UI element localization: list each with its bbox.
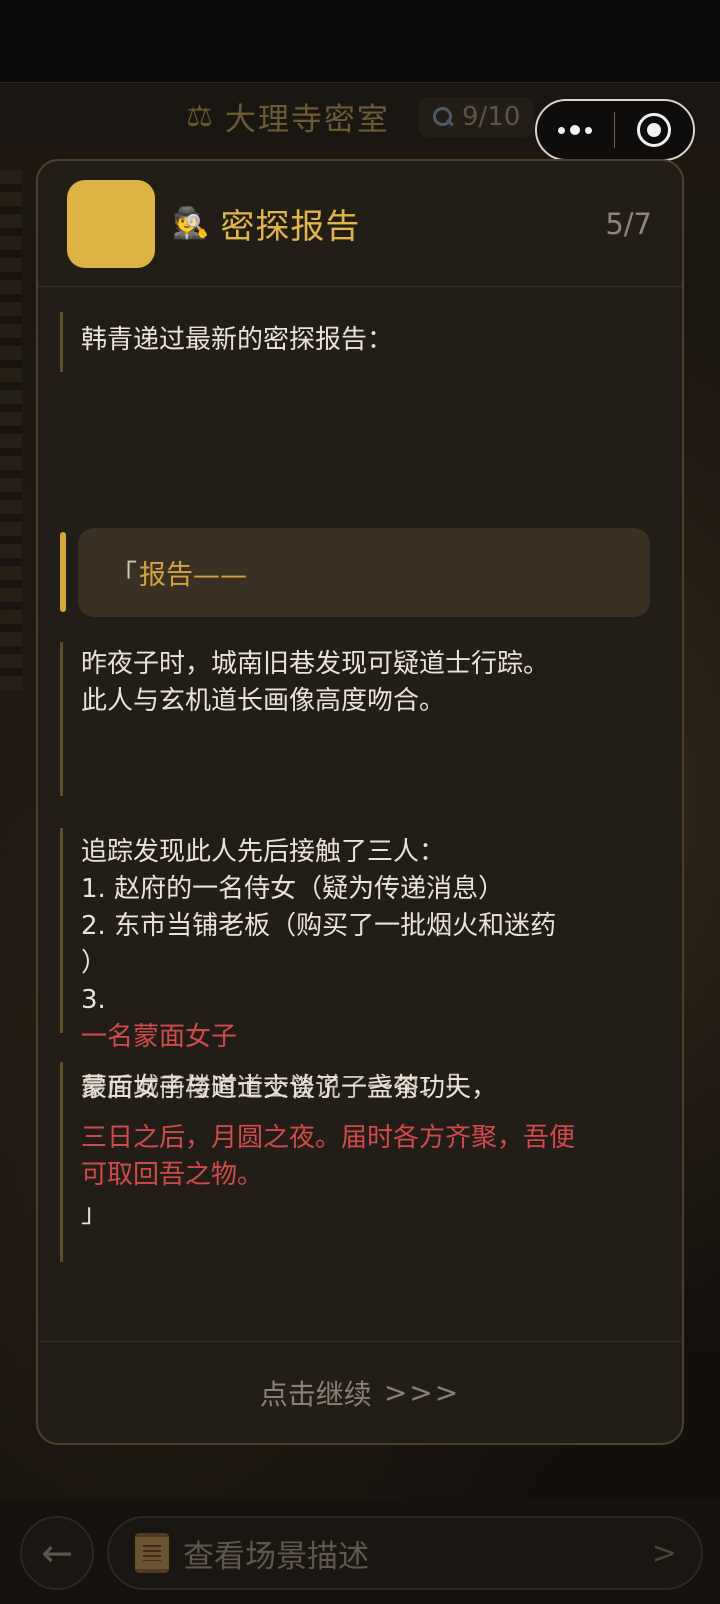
quote-text: 三日之后，月圆之夜。届时各方齐聚，吾便可取回吾之物。 <box>81 1123 576 1190</box>
page-indicator: 5/7 <box>605 207 652 241</box>
more-dots-icon[interactable] <box>537 101 614 159</box>
scroll-icon <box>135 1533 169 1573</box>
magnifier-icon <box>432 106 454 128</box>
report-callout: 「 报告—— <box>60 528 650 617</box>
target-close-icon <box>636 113 671 147</box>
paragraph-2-block: 追踪发现此人先后接触了三人： 1. 赵府的一名侍女（疑为传递消息） 2. 东市当… <box>60 828 650 1052</box>
quote-block: 蒙面女子与道士交谈了一盏茶功夫， 最后城南楼时道士曾说了一句：「 三日之后，月圆… <box>60 1062 650 1262</box>
quote-close-bracket: 」 <box>81 1199 108 1229</box>
dot-icon <box>570 125 581 135</box>
intro-text: 韩青递过最新的密探报告： <box>81 325 394 355</box>
clue-count: 9/10 <box>462 102 521 132</box>
back-arrow-icon: ← <box>41 1531 73 1575</box>
clue-counter: 9/10 <box>418 97 535 137</box>
avatar <box>67 180 155 268</box>
continue-label: 点击继续 <box>259 1377 372 1411</box>
paragraph-2: 追踪发现此人先后接触了三人： 1. 赵府的一名侍女（疑为传递消息） 2. 东市当… <box>81 837 557 1015</box>
scales-icon: ⚖ <box>186 98 215 134</box>
modal-header: 🕵️ 密探报告 5/7 <box>38 161 682 287</box>
miniprogram-capsule <box>535 99 695 161</box>
target-dot <box>646 123 661 137</box>
report-accent-bar <box>60 532 66 612</box>
modal-body: 韩青递过最新的密探报告： 「 报告—— 昨夜子时，城南旧巷发现可疑道士行踪。 此… <box>38 288 682 1343</box>
view-scene-button[interactable]: 查看场景描述 > <box>107 1516 703 1590</box>
overlap-text-b: 最后城南楼时道士曾说了一句：「 <box>81 1073 459 1103</box>
paragraph-1: 昨夜子时，城南旧巷发现可疑道士行踪。 此人与玄机道长画像高度吻合。 <box>81 649 550 716</box>
modal-title-text: 密探报告 <box>220 206 361 247</box>
intro-block: 韩青递过最新的密探报告： <box>60 312 620 372</box>
report-open-bracket: 「 <box>110 560 137 591</box>
app-screen: ⚖ 大理寺密室 9/10 🕵️ 密探报告 5/7 韩青递过最新的密探报告： 「 … <box>0 0 720 1604</box>
report-label: 报告—— <box>139 560 247 591</box>
scene-label: 查看场景描述 <box>183 1538 369 1575</box>
back-button[interactable]: ← <box>20 1516 94 1590</box>
game-title-text: 大理寺密室 <box>224 101 390 138</box>
continue-arrows: >>> <box>383 1376 461 1409</box>
close-miniprogram-button[interactable] <box>615 101 693 159</box>
report-card: 「 报告—— <box>78 528 650 617</box>
background-chain <box>0 170 22 690</box>
modal-title: 🕵️ 密探报告 <box>172 199 360 247</box>
game-title: ⚖ 大理寺密室 <box>186 96 390 138</box>
detective-icon: 🕵️ <box>172 205 211 241</box>
dot-icon <box>558 126 566 134</box>
paragraph-1-block: 昨夜子时，城南旧巷发现可疑道士行踪。 此人与玄机道长画像高度吻合。 <box>60 642 640 796</box>
chevron-right-icon: > <box>651 1536 677 1571</box>
overlapping-text: 蒙面女子与道士交谈了一盏茶功夫， 最后城南楼时道士曾说了一句：「 <box>81 1070 650 1110</box>
report-modal[interactable]: 🕵️ 密探报告 5/7 韩青递过最新的密探报告： 「 报告—— 昨夜子时，城南旧… <box>36 159 684 1445</box>
masked-woman-text: 一名蒙面女子 <box>81 1022 238 1052</box>
continue-button[interactable]: 点击继续 >>> <box>38 1341 682 1443</box>
dot-icon <box>585 126 593 134</box>
